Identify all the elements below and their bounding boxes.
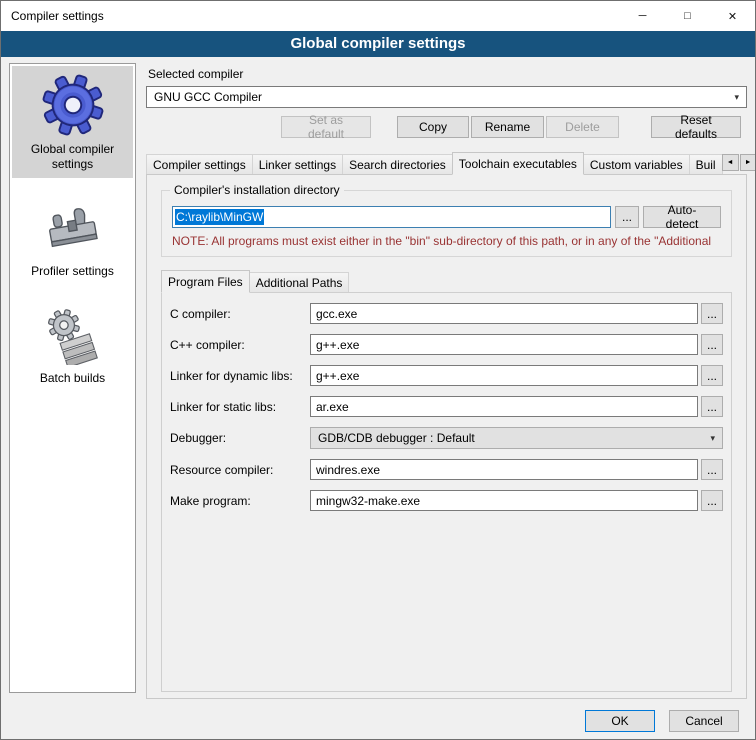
static-linker-browse-button[interactable]: ... [701,396,723,417]
dialog-header: Global compiler settings [1,31,755,57]
resource-compiler-label: Resource compiler: [170,463,310,477]
c-compiler-row: C compiler: ... [170,303,723,324]
minimize-button[interactable]: ─ [620,1,665,31]
browse-directory-button[interactable]: ... [615,206,639,228]
sidebar-item-batch-builds[interactable]: Batch builds [12,299,133,392]
main-panel: Selected compiler GNU GCC Compiler ▾ Set… [146,63,747,703]
profiler-tool-icon [44,200,102,258]
sidebar-item-label: Batch builds [40,371,105,386]
static-linker-input[interactable] [310,396,698,417]
static-linker-label: Linker for static libs: [170,400,310,414]
settings-tabstrip: Compiler settings Linker settings Search… [146,151,747,174]
chevron-down-icon: ▾ [710,433,715,444]
gear-blue-icon [42,74,104,136]
cpp-compiler-row: C++ compiler: ... [170,334,723,355]
maximize-button[interactable]: □ [665,1,710,31]
window-title: Compiler settings [1,9,104,23]
dynamic-linker-row: Linker for dynamic libs: ... [170,365,723,386]
debugger-value: GDB/CDB debugger : Default [318,431,475,445]
installation-directory-row: C:\raylib\MinGW ... Auto-detect [172,206,721,228]
auto-detect-button[interactable]: Auto-detect [643,206,721,228]
tab-linker-settings[interactable]: Linker settings [252,154,343,174]
debugger-dropdown[interactable]: GDB/CDB debugger : Default ▾ [310,427,723,449]
make-program-input[interactable] [310,490,698,511]
static-linker-row: Linker for static libs: ... [170,396,723,417]
rename-button[interactable]: Rename [471,116,544,138]
cpp-compiler-input[interactable] [310,334,698,355]
dialog-body: Global compiler settings Profiler se [1,57,755,703]
make-program-browse-button[interactable]: ... [701,490,723,511]
resource-compiler-input[interactable] [310,459,698,480]
tab-search-directories[interactable]: Search directories [342,154,453,174]
compiler-settings-window: Compiler settings ─ □ ✕ Global compiler … [0,0,756,740]
chevron-down-icon: ▾ [734,92,739,103]
dynamic-linker-input[interactable] [310,365,698,386]
program-files-page: C compiler: ... C++ compiler: ... Linker… [161,292,732,692]
delete-button[interactable]: Delete [546,116,619,138]
window-controls: ─ □ ✕ [620,1,755,31]
tab-additional-paths[interactable]: Additional Paths [249,272,350,292]
cancel-button[interactable]: Cancel [669,710,739,732]
installation-directory-value: C:\raylib\MinGW [175,209,264,225]
cpp-compiler-label: C++ compiler: [170,338,310,352]
sidebar-item-global-compiler-settings[interactable]: Global compiler settings [12,66,133,178]
tab-scroll-left-icon[interactable]: ◄ [722,154,739,171]
resource-compiler-row: Resource compiler: ... [170,459,723,480]
program-files-tabstrip: Program Files Additional Paths [161,269,736,292]
ok-button[interactable]: OK [585,710,655,732]
selected-compiler-dropdown[interactable]: GNU GCC Compiler ▾ [146,86,747,108]
copy-button[interactable]: Copy [397,116,469,138]
settings-sidebar: Global compiler settings Profiler se [9,63,136,693]
toolchain-executables-page: Compiler's installation directory C:\ray… [146,174,747,699]
cpp-compiler-browse-button[interactable]: ... [701,334,723,355]
sidebar-item-label: Global compiler settings [14,142,131,172]
set-as-default-button[interactable]: Set as default [281,116,371,138]
debugger-label: Debugger: [170,431,310,445]
tab-scroll-right-icon[interactable]: ► [740,154,756,171]
installation-directory-input[interactable]: C:\raylib\MinGW [172,206,611,228]
installation-directory-legend: Compiler's installation directory [170,183,344,197]
reset-defaults-button[interactable]: Reset defaults [651,116,741,138]
titlebar[interactable]: Compiler settings ─ □ ✕ [1,1,755,31]
tab-toolchain-executables[interactable]: Toolchain executables [452,152,584,175]
batch-builds-icon [44,307,102,365]
compiler-button-row: Set as default Copy Rename Delete Reset … [146,116,747,138]
sidebar-item-profiler-settings[interactable]: Profiler settings [12,192,133,285]
sidebar-item-label: Profiler settings [31,264,114,279]
c-compiler-label: C compiler: [170,307,310,321]
bin-subdirectory-note: NOTE: All programs must exist either in … [172,234,721,248]
tab-build-options[interactable]: Buil [689,154,723,174]
tab-compiler-settings[interactable]: Compiler settings [146,154,253,174]
installation-directory-groupbox: Compiler's installation directory C:\ray… [161,190,732,257]
c-compiler-input[interactable] [310,303,698,324]
make-program-row: Make program: ... [170,490,723,511]
c-compiler-browse-button[interactable]: ... [701,303,723,324]
resource-compiler-browse-button[interactable]: ... [701,459,723,480]
selected-compiler-label: Selected compiler [148,67,745,81]
make-program-label: Make program: [170,494,310,508]
dynamic-linker-browse-button[interactable]: ... [701,365,723,386]
selected-compiler-value: GNU GCC Compiler [154,90,262,104]
debugger-row: Debugger: GDB/CDB debugger : Default ▾ [170,427,723,449]
dialog-footer: OK Cancel [1,703,755,739]
tab-custom-variables[interactable]: Custom variables [583,154,690,174]
dynamic-linker-label: Linker for dynamic libs: [170,369,310,383]
close-button[interactable]: ✕ [710,1,755,31]
tab-scroll-controls: ◄ ► [722,154,756,171]
tab-program-files[interactable]: Program Files [161,270,250,293]
